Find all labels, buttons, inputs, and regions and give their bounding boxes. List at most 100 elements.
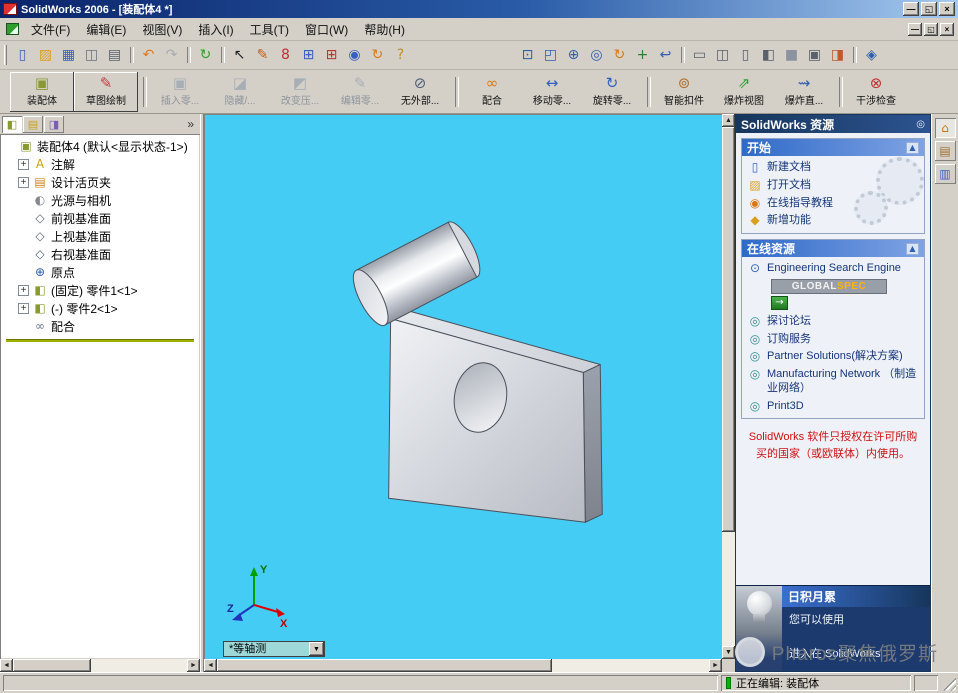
view-orientation-combo[interactable]: *等轴测 ▼: [223, 641, 325, 657]
design-library-tab[interactable]: ▤: [935, 141, 956, 161]
solidworks-app-icon[interactable]: [3, 3, 17, 15]
discussion-forum-link[interactable]: ◎ 探讨论坛: [744, 313, 922, 331]
globalspec-logo[interactable]: GLOBALSPEC: [771, 278, 887, 294]
mate-button[interactable]: ∞ 配合: [455, 72, 522, 112]
panel-overflow-chevron[interactable]: »: [183, 117, 198, 131]
interference-button[interactable]: ⊗ 干涉检查: [839, 72, 906, 112]
tree-item-front-plane[interactable]: ◇ 前视基准面: [4, 209, 200, 227]
feature-panel-hscrollbar[interactable]: ◄ ►: [0, 659, 200, 672]
tree-item-top-plane[interactable]: ◇ 上视基准面: [4, 227, 200, 245]
zoom-list-icon[interactable]: ◉: [343, 44, 366, 66]
menu-item[interactable]: 文件(F): [23, 18, 78, 40]
tree-item-origin[interactable]: ⊕ 原点: [4, 263, 200, 281]
menu-item[interactable]: 插入(I): [190, 18, 241, 40]
menu-item[interactable]: 编辑(E): [78, 18, 134, 40]
redo-icon[interactable]: ↷: [160, 44, 183, 66]
mdi-restore-button[interactable]: ◱: [924, 22, 938, 36]
tree-item-lights-cameras[interactable]: ◐ 光源与相机: [4, 191, 200, 209]
zoom-area-icon[interactable]: ◰: [539, 44, 562, 66]
document-icon[interactable]: [6, 23, 19, 35]
help-icon[interactable]: ?: [389, 44, 412, 66]
hidden-lines-removed-icon[interactable]: ▯: [734, 44, 757, 66]
change-suppression-button[interactable]: ◩ 改变压...: [270, 72, 330, 112]
open-document-link[interactable]: ▨ 打开文档: [744, 177, 922, 195]
rebuild-icon[interactable]: ↻: [187, 44, 217, 66]
snap-icon[interactable]: ⊞: [320, 44, 343, 66]
save-icon[interactable]: ▦: [57, 44, 80, 66]
toolbar-grip[interactable]: [4, 45, 7, 65]
pushpin-icon[interactable]: ◎: [916, 119, 925, 130]
no-external-ref-button[interactable]: ⊘ 无外部...: [390, 72, 450, 112]
new-document-link[interactable]: ▯ 新建文档: [744, 159, 922, 177]
tree-root-assembly[interactable]: ▣ 装配体4 (默认<显示状态-1>): [4, 137, 200, 155]
scroll-right-icon[interactable]: ►: [187, 659, 200, 672]
rollback-bar[interactable]: [6, 339, 194, 342]
expand-box[interactable]: +: [18, 284, 29, 296]
print-icon[interactable]: ▤: [103, 44, 126, 66]
online-section-header[interactable]: 在线资源 ▲: [742, 240, 924, 257]
viewport-hscrollbar[interactable]: ◄ ►: [204, 659, 722, 672]
partner-solutions-link[interactable]: ◎ Partner Solutions(解决方案): [744, 348, 922, 366]
minimize-button[interactable]: —: [903, 2, 919, 16]
menu-item[interactable]: 帮助(H): [356, 18, 413, 40]
dimension-icon[interactable]: 8: [274, 44, 297, 66]
edit-part-button[interactable]: ✎ 编辑零...: [330, 72, 390, 112]
previous-view-icon[interactable]: ↩: [654, 44, 677, 66]
section-icon[interactable]: ◨: [826, 44, 849, 66]
assembly-toolbar-button[interactable]: ▣ 装配体: [10, 72, 74, 112]
zoom-selection-icon[interactable]: ◎: [585, 44, 608, 66]
scroll-down-icon[interactable]: ▼: [722, 646, 735, 659]
scroll-left-icon[interactable]: ◄: [204, 659, 217, 672]
select-icon[interactable]: ↖: [221, 44, 251, 66]
online-tutorials-link[interactable]: ◉ 在线指导教程: [744, 195, 922, 213]
start-section-header[interactable]: 开始 ▲: [742, 139, 924, 156]
restore-button[interactable]: ◱: [921, 2, 937, 16]
resize-grip[interactable]: [941, 675, 956, 691]
dropdown-arrow-icon[interactable]: ▼: [309, 642, 324, 656]
insert-component-button[interactable]: ▣ 插入零...: [143, 72, 210, 112]
graphics-area[interactable]: Y X Z *等轴测 ▼: [204, 114, 722, 659]
sketch-toolbar-button[interactable]: ✎ 草图绘制: [74, 72, 138, 112]
whats-new-link[interactable]: ◆ 新增功能: [744, 212, 922, 230]
resources-tab[interactable]: ⌂: [934, 118, 956, 138]
mdi-close-button[interactable]: ×: [940, 22, 954, 36]
tree-item-part1[interactable]: + ◧ (固定) 零件1<1>: [4, 281, 200, 299]
scroll-up-icon[interactable]: ▲: [722, 114, 735, 127]
close-button[interactable]: ×: [939, 2, 955, 16]
hidden-lines-visible-icon[interactable]: ◫: [711, 44, 734, 66]
file-explorer-tab[interactable]: ▥: [935, 164, 956, 184]
scroll-right-icon[interactable]: ►: [709, 659, 722, 672]
tree-item-annotations[interactable]: + A 注解: [4, 155, 200, 173]
menu-item[interactable]: 工具(T): [242, 18, 297, 40]
featuremanager-tab[interactable]: ◧: [2, 115, 22, 133]
zoom-to-fit-icon[interactable]: ⊡: [516, 44, 539, 66]
globalspec-go-button[interactable]: →: [771, 295, 788, 310]
menu-item[interactable]: 窗口(W): [297, 18, 356, 40]
rotate-component-button[interactable]: ↻ 旋转零...: [582, 72, 642, 112]
new-document-icon[interactable]: ▯: [11, 44, 34, 66]
grid-icon[interactable]: ⊞: [297, 44, 320, 66]
collapse-icon[interactable]: ▲: [906, 141, 919, 154]
propertymanager-tab[interactable]: ▤: [23, 116, 43, 133]
expand-box[interactable]: +: [18, 158, 29, 170]
scrollbar-thumb[interactable]: [13, 659, 92, 672]
expand-box[interactable]: +: [18, 176, 29, 188]
standard-views-icon[interactable]: ◈: [853, 44, 883, 66]
move-component-button[interactable]: ↔ 移动零...: [522, 72, 582, 112]
rotate-view-icon[interactable]: ↻: [608, 44, 631, 66]
mdi-minimize-button[interactable]: —: [908, 22, 922, 36]
tree-item-part2[interactable]: + ◧ (-) 零件2<1>: [4, 299, 200, 317]
exploded-view-button[interactable]: ⇗ 爆炸视图: [714, 72, 774, 112]
tree-item-right-plane[interactable]: ◇ 右视基准面: [4, 245, 200, 263]
tree-item-mates[interactable]: ∞ 配合: [4, 317, 200, 335]
explode-line-button[interactable]: ⇝ 爆炸直...: [774, 72, 834, 112]
collapse-icon[interactable]: ▲: [906, 242, 919, 255]
viewport-vscrollbar[interactable]: ▲ ▼: [722, 114, 735, 659]
rotate-icon[interactable]: ↻: [366, 44, 389, 66]
menu-item[interactable]: 视图(V): [134, 18, 190, 40]
expand-box[interactable]: +: [18, 302, 29, 314]
undo-icon[interactable]: ↶: [130, 44, 160, 66]
configurationmanager-tab[interactable]: ◨: [44, 116, 64, 133]
scroll-left-icon[interactable]: ◄: [0, 659, 13, 672]
shadows-icon[interactable]: ▣: [803, 44, 826, 66]
